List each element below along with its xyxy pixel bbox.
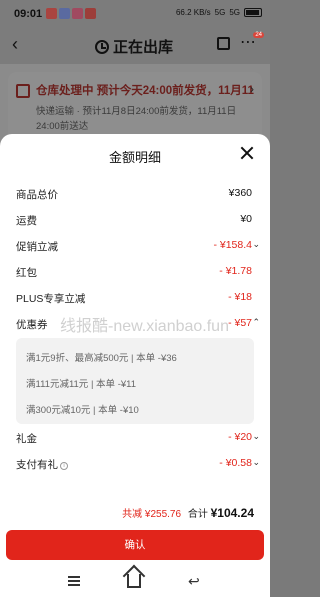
row-label: 运费 [16,215,37,227]
row-value: - ¥57 [228,317,252,329]
coupon-detail-box: 满1元9折、最高减500元 | 本单 -¥36 满111元减11元 | 本单 -… [16,338,254,424]
status-bar: 09:01 66.2 KB/s 5G 5G [0,0,270,28]
app-notification-icon [59,8,70,19]
total-label: 合计 [187,509,208,520]
chevron-up-icon: ⌃ [252,317,260,327]
row-payment-gift[interactable]: 支付有礼 i - ¥0.58 ⌄ [16,454,260,474]
coupon-item: 满111元减11元 | 本单 -¥11 [26,379,136,390]
row-plus-discount: PLUS专享立减 - ¥18 [16,288,256,308]
page-title: 正在出库 [113,39,174,56]
chevron-down-icon: ⌄ [252,239,260,249]
status-indicators: 66.2 KB/s 5G 5G [176,8,262,17]
status-time: 09:01 [14,8,43,20]
row-shipping: 运费 ¥0 [16,210,256,230]
page-title-wrap: 正在出库 [95,36,173,57]
row-value: - ¥18 [228,291,252,303]
app-notification-icon [72,8,83,19]
home-icon[interactable] [127,574,141,588]
close-icon[interactable] [240,146,254,160]
coupon-item: 满300元减10元 | 本单 -¥10 [26,405,139,416]
sheet-header: 金额明细 [0,134,270,176]
back-icon[interactable]: ↩ [188,573,200,590]
row-value: - ¥20 [228,431,252,443]
top-nav: ‹ 正在出库 ⋯ 24 [0,28,270,64]
status-app-icons [46,8,96,19]
menu-icon[interactable] [68,576,80,586]
row-value: ¥0 [240,213,252,225]
network-speed: 66.2 KB/s [175,8,211,17]
watermark: 线报酷-new.xianbao.fun [60,318,229,335]
system-nav-bar: ↩ [0,565,270,597]
warehouse-icon [16,84,30,98]
row-label: 礼金 [16,433,37,445]
chevron-down-icon: ⌄ [252,457,260,467]
row-label: PLUS专享立减 [16,293,86,305]
amount-summary: 共减 ¥255.76 合计 ¥104.24 [122,505,254,520]
row-label: 商品总价 [16,189,58,201]
signal-icon-2: 5G [229,8,240,17]
signal-icon: 5G [214,8,226,17]
chevron-down-icon: ⌄ [252,431,260,441]
order-status-card[interactable]: 仓库处理中 预计今天24:00前发货，11月11 › 快递运输 · 预计11月8… [8,72,262,142]
row-label-text: 支付有礼 [16,459,58,471]
order-status-text: 仓库处理中 预计今天24:00前发货，11月11 [36,85,254,97]
sheet-title: 金额明细 [108,150,161,165]
row-value: - ¥0.58 [219,457,252,469]
row-goods-total: 商品总价 ¥360 [16,184,256,204]
total-reduction: 共减 ¥255.76 [122,509,182,520]
row-gift-money[interactable]: 礼金 - ¥20 ⌄ [16,428,260,448]
row-promo-discount[interactable]: 促销立减 - ¥158.4 ⌄ [16,236,260,256]
edit-icon[interactable] [217,37,230,50]
battery-icon [244,8,262,17]
delivery-estimate: 快递运输 · 预计11月8日24:00前发货，11月11日24:00前送达 [36,106,237,132]
chevron-right-icon: › [250,82,254,96]
confirm-button[interactable]: 确认 [6,530,264,560]
app-notification-icon [85,8,96,19]
info-icon[interactable]: i [60,462,68,470]
amount-detail-sheet: 金额明细 商品总价 ¥360 运费 ¥0 促销立减 - ¥158.4 ⌄ 红包 … [0,134,270,565]
row-red-packet: 红包 - ¥1.78 [16,262,256,282]
app-notification-icon [46,8,57,19]
row-label: 优惠券 [16,319,48,331]
row-label: 红包 [16,267,37,279]
row-value: - ¥1.78 [219,265,252,277]
row-value: - ¥158.4 [213,239,252,251]
message-badge: 24 [253,32,264,38]
row-label: 支付有礼 i [16,457,68,472]
clock-icon [95,39,109,54]
coupon-item: 满1元9折、最高减500元 | 本单 -¥36 [26,353,177,364]
total-amount: ¥104.24 [210,506,254,520]
row-value: ¥360 [228,187,252,199]
row-label: 促销立减 [16,241,58,253]
back-arrow-icon[interactable]: ‹ [12,34,18,55]
